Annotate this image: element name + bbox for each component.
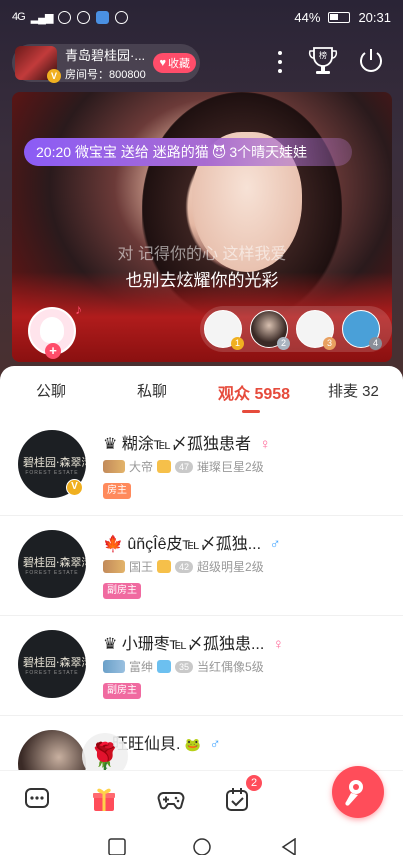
viewer-name: ♛ 小珊枣℡〆孤独患... ♀ (103, 636, 285, 653)
tab-public-chat[interactable]: 公聊 (36, 380, 66, 401)
male-icon: ♂ (209, 736, 221, 753)
heart-icon: ♥ (159, 57, 166, 69)
viewer-row[interactable]: 碧桂园·森翠湾 FOREST ESTATE V ♛ 糊涂℡〆孤独患者 ♀ 大帝 … (0, 416, 403, 516)
power-icon[interactable] (357, 47, 385, 75)
clock: 20:31 (358, 9, 391, 25)
gift-announcement-banner: 20:20 微宝宝 送给 迷路的猫 😈 3个晴天娃娃 (24, 138, 352, 166)
lyric-current: 也别去炫耀你的光彩 (125, 271, 279, 290)
viewer-levels: 大帝 47 璀璨巨星2级 (103, 458, 264, 475)
female-icon: ♀ (272, 636, 285, 653)
home-icon[interactable] (193, 838, 211, 855)
shield-app-icon (96, 10, 110, 24)
battery-percent: 44% (294, 9, 321, 25)
tab-indicator (242, 410, 260, 413)
status-bar: 4G ▂▄▆ 44% 20:31 (0, 0, 403, 34)
favorite-button[interactable]: ♥ 收藏 (153, 53, 196, 73)
battery-icon (328, 11, 351, 23)
mic-seat-3[interactable]: 3 (296, 310, 336, 350)
microphone-button[interactable] (332, 766, 384, 818)
panel-tabs: 公聊 私聊 观众 5958 排麦 32 (0, 366, 403, 416)
level-crown-icon (157, 460, 172, 473)
tab-private-chat[interactable]: 私聊 (137, 380, 167, 401)
follow-plus-icon[interactable]: + (45, 343, 61, 359)
gift-receiver: 迷路的猫 (152, 144, 209, 160)
chat-icon[interactable] (23, 785, 51, 813)
mute-icon (77, 10, 91, 24)
svg-text:榜: 榜 (319, 50, 327, 60)
viewer-levels: 富绅 35 当红偶像5级 (103, 658, 264, 675)
room-title: 青岛碧桂园·... (65, 47, 146, 63)
viewer-name: 旺旺仙貝. 🐸 ♂ (112, 736, 221, 753)
signal-icon: ▂▄▆ (30, 11, 54, 24)
alarm-icon (58, 10, 72, 24)
crown-icon: ♛ (103, 636, 118, 653)
female-icon: ♀ (259, 436, 271, 453)
viewer-row[interactable]: 碧桂园·森翠湾 FOREST ESTATE 🍁 ûñçÎê皮℡〆孤独... ♂ … (0, 516, 403, 616)
seat-rank-badge: 1 (231, 337, 244, 350)
music-note-icon: ♪ (75, 301, 82, 317)
back-icon[interactable] (280, 838, 298, 855)
role-tag: 房主 (103, 483, 131, 499)
microphone-icon (345, 780, 363, 806)
mic-seat-4[interactable]: 4 (342, 310, 382, 350)
viewer-levels: 国王 42 超级明星2级 (103, 558, 264, 575)
room-thumbnail[interactable]: V (15, 46, 61, 83)
gift-time: 20:20 (36, 144, 72, 160)
gift-tail: 3个晴天娃娃 (229, 144, 308, 160)
seat-rank-badge: 2 (277, 337, 290, 350)
viewer-row[interactable]: 碧桂园·森翠湾 FOREST ESTATE ♛ 小珊枣℡〆孤独患... ♀ 富绅… (0, 616, 403, 716)
level-crown-icon (157, 560, 172, 573)
task-icon[interactable] (223, 785, 251, 813)
maple-leaf-icon: 🍁 (103, 536, 123, 553)
room-id: 房间号：800800 (65, 68, 146, 81)
room-info-pill[interactable]: V 青岛碧桂园·... 房间号：800800 ♥ 收藏 (12, 44, 200, 83)
gift-sender: 微宝宝 (74, 144, 117, 160)
verified-badge: V (47, 69, 61, 83)
lyric-previous: 对 记得你的心 这样我爱 (117, 246, 287, 263)
role-tag: 副房主 (103, 583, 141, 599)
mic-seat-1[interactable]: 1 (204, 310, 244, 350)
favorite-label: 收藏 (168, 58, 190, 70)
recent-apps-icon[interactable] (108, 838, 126, 855)
avatar[interactable]: 碧桂园·森翠湾 FOREST ESTATE (18, 630, 86, 698)
avatar[interactable]: 碧桂园·森翠湾 FOREST ESTATE (18, 530, 86, 598)
role-tag: 副房主 (103, 683, 141, 699)
more-icon[interactable] (270, 48, 290, 76)
viewer-name: ♛ 糊涂℡〆孤独患者 ♀ (103, 436, 271, 453)
frog-icon: 🐸 (184, 737, 202, 752)
mic-seat-strip: 1 2 3 4 (200, 306, 392, 352)
viewer-name: 🍁 ûñçÎê皮℡〆孤独... ♂ (103, 536, 281, 553)
mic-seat-2[interactable]: 2 (250, 310, 290, 350)
task-count-badge: 2 (246, 775, 262, 791)
rank-icon (103, 460, 125, 473)
male-icon: ♂ (269, 536, 281, 553)
ranking-icon[interactable]: 榜 (308, 45, 338, 77)
tab-audience[interactable]: 观众 5958 (218, 380, 290, 404)
vip-badge: V (66, 479, 83, 496)
rank-icon (103, 560, 125, 573)
devil-emoji: 😈 (211, 143, 227, 160)
gift-icon[interactable] (90, 785, 118, 813)
network-label: 4G (12, 11, 26, 23)
gift-action: 送给 (120, 144, 149, 160)
rank-icon (103, 660, 125, 673)
system-nav-bar (0, 826, 403, 855)
crown-icon: ♛ (103, 436, 118, 453)
tab-mic-queue[interactable]: 排麦 32 (328, 380, 379, 401)
diamond-icon (157, 660, 172, 673)
host-avatar[interactable]: ♪ + (28, 301, 82, 359)
gamepad-icon[interactable] (157, 785, 185, 813)
seat-rank-badge: 4 (369, 337, 382, 350)
seat-rank-badge: 3 (323, 337, 336, 350)
wechat-icon (115, 10, 129, 24)
